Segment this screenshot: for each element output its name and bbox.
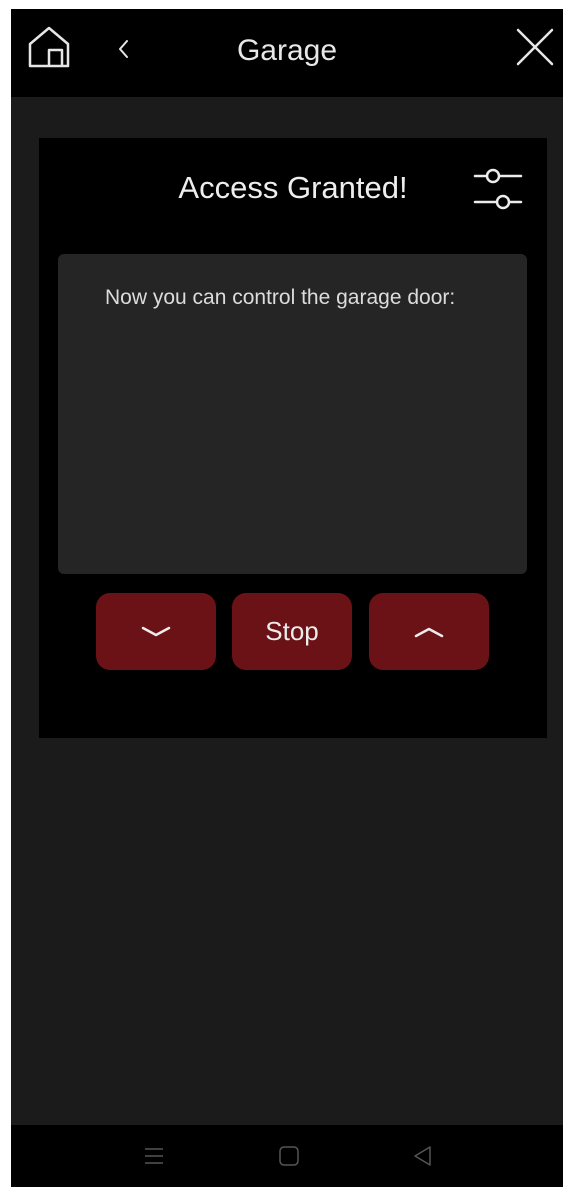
access-card: Access Granted! Now you can control the … — [39, 138, 547, 738]
chevron-down-icon — [141, 626, 171, 636]
menu-icon — [145, 1148, 163, 1164]
back-button[interactable] — [107, 27, 139, 71]
square-icon — [279, 1146, 299, 1166]
top-bar: Garage — [11, 9, 563, 97]
home-button[interactable] — [25, 23, 73, 71]
system-navigation-bar — [11, 1125, 563, 1187]
chevron-left-icon — [119, 40, 128, 58]
close-icon — [516, 28, 554, 66]
sliders-icon — [473, 168, 523, 210]
message-panel: Now you can control the garage door: — [58, 254, 527, 574]
triangle-back-icon — [414, 1146, 431, 1166]
message-text: Now you can control the garage door: — [105, 286, 456, 309]
home-icon — [28, 26, 70, 68]
system-menu-button[interactable] — [141, 1143, 167, 1169]
page-title: Garage — [236, 34, 338, 67]
settings-button[interactable] — [471, 162, 525, 216]
door-stop-button[interactable]: Stop — [232, 593, 352, 670]
door-up-button[interactable] — [369, 593, 489, 670]
close-button[interactable] — [511, 23, 559, 71]
door-down-button[interactable] — [96, 593, 216, 670]
app-screen: Garage Access Granted! Now you can contr… — [11, 9, 563, 1187]
chevron-up-icon — [414, 627, 444, 637]
system-back-button[interactable] — [410, 1143, 436, 1169]
system-home-button[interactable] — [276, 1143, 302, 1169]
